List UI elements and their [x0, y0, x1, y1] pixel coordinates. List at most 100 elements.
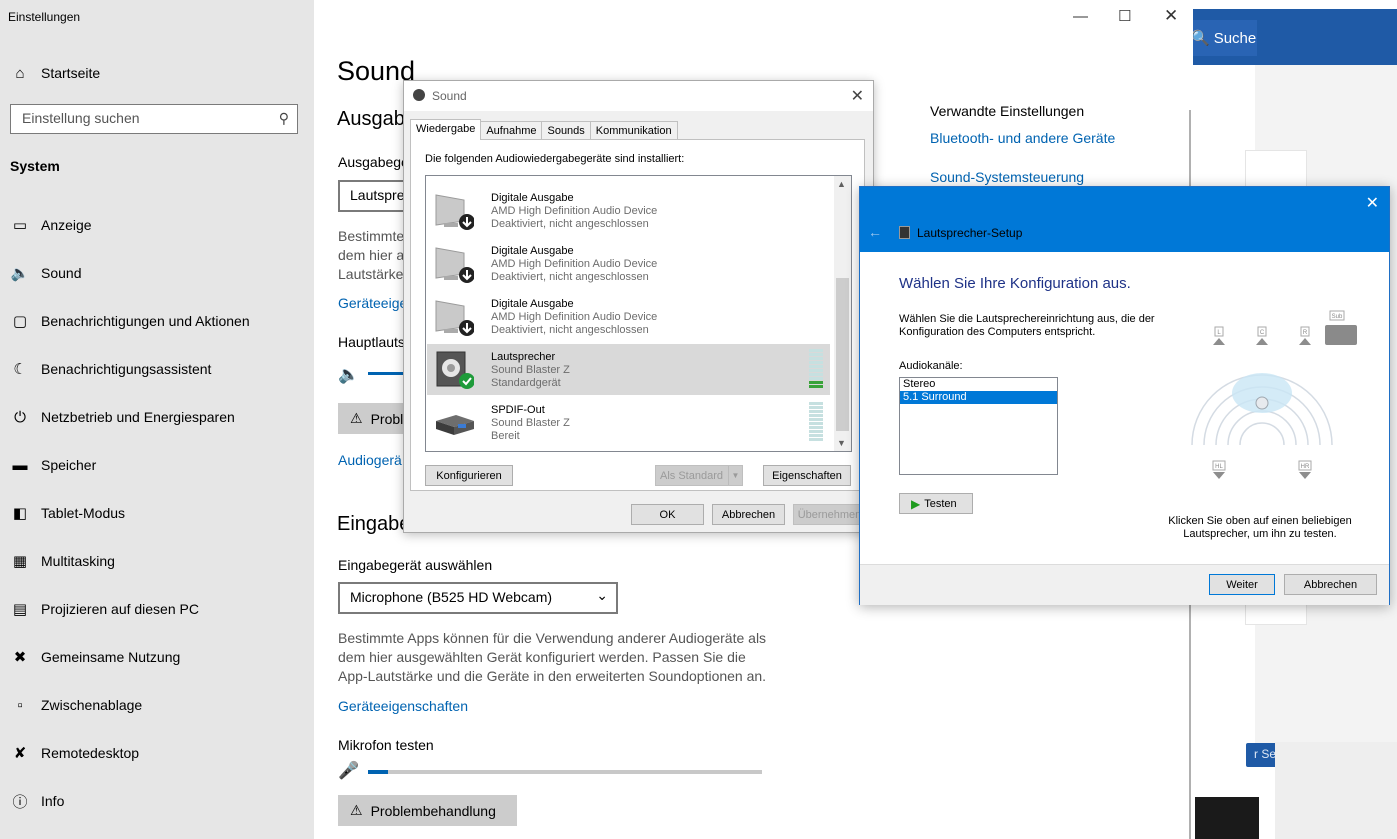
browser-search-button[interactable]: 🔍 Suche: [1185, 20, 1257, 56]
related-link-sound-control[interactable]: Sound-Systemsteuerung: [930, 169, 1084, 185]
close-icon[interactable]: ✕: [851, 86, 864, 106]
device-row[interactable]: Digitale Ausgabe AMD High Definition Audi…: [427, 185, 830, 236]
sidebar-item-zwischenablage[interactable]: ▫ Zwischenablage: [0, 685, 314, 725]
speaker-HL[interactable]: HL: [1212, 460, 1226, 479]
volume-level-meter: [809, 402, 823, 442]
share-icon: ✖: [13, 649, 27, 666]
sidebar-item-gemeinsame-nutzung[interactable]: ✖ Gemeinsame Nutzung: [0, 637, 314, 677]
clipboard-icon: ▫: [17, 696, 23, 714]
related-link-bluetooth[interactable]: Bluetooth- und andere Geräte: [930, 130, 1115, 146]
monitor-device-icon: [435, 247, 474, 283]
close-icon[interactable]: ✕: [1366, 193, 1379, 213]
maximize-icon[interactable]: ☐: [1118, 7, 1131, 25]
speaker-C[interactable]: C: [1256, 326, 1268, 345]
scroll-thumb[interactable]: [836, 278, 849, 431]
device-row[interactable]: Lautsprecher Sound Blaster Z Standardgerät: [427, 344, 830, 395]
device-status: Deaktiviert, nicht angeschlossen: [491, 218, 649, 230]
sidebar-item-benachrichtigungsassistent[interactable]: ☾ Benachrichtigungsassistent: [0, 349, 314, 389]
speaker-HR[interactable]: HR: [1298, 460, 1312, 479]
cancel-button[interactable]: Abbrechen: [712, 504, 785, 525]
properties-button[interactable]: Eigenschaften: [763, 465, 851, 486]
device-driver: AMD High Definition Audio Device: [491, 205, 658, 217]
device-name: Digitale Ausgabe: [491, 298, 574, 310]
sound-dialog-title: Sound: [432, 89, 467, 103]
tab-wiedergabe[interactable]: Wiedergabe: [410, 119, 482, 140]
multitasking-icon: ▦: [12, 553, 28, 570]
sidebar-item-home[interactable]: ⌂ Startseite: [0, 53, 314, 93]
speaker-R[interactable]: R: [1299, 326, 1311, 345]
chevron-down-icon[interactable]: ▼: [728, 466, 742, 485]
channel-option-stereo[interactable]: Stereo: [900, 378, 1057, 391]
device-name: Lautsprecher: [491, 351, 556, 363]
settings-sidebar: Einstellungen ⌂ Startseite Einstellung s…: [0, 0, 314, 839]
tab-kommunikation[interactable]: Kommunikation: [589, 121, 678, 140]
monitor-icon: ▭: [12, 217, 28, 234]
sidebar-item-tablet-modus[interactable]: ◧ Tablet-Modus: [0, 493, 314, 533]
speaker-icon[interactable]: 🔈: [338, 365, 359, 385]
channel-option-surround[interactable]: 5.1 Surround: [900, 391, 1057, 404]
next-button[interactable]: Weiter: [1209, 574, 1275, 595]
audio-devices-link[interactable]: Audiogerä: [338, 452, 402, 468]
output-heading: Ausgab: [337, 108, 405, 130]
audio-channels-list[interactable]: Stereo 5.1 Surround: [899, 377, 1058, 475]
input-properties-link[interactable]: Geräteeigenschaften: [338, 698, 468, 714]
set-default-label: Als Standard: [660, 469, 723, 482]
device-row[interactable]: Digitale Ausgabe AMD High Definition Audi…: [427, 238, 830, 289]
speaker-label: HL: [1215, 464, 1223, 470]
input-device-value: Microphone (B525 HD Webcam): [350, 589, 553, 605]
sidebar-item-anzeige[interactable]: ▭ Anzeige: [0, 205, 314, 245]
apply-button[interactable]: Übernehmen: [793, 504, 866, 525]
sidebar-item-multitasking[interactable]: ▦ Multitasking: [0, 541, 314, 581]
sidebar-item-benachrichtigungen-und-aktionen[interactable]: ▢ Benachrichtigungen und Aktionen: [0, 301, 314, 341]
search-icon: ⚲: [278, 110, 289, 126]
chevron-down-icon: ⌄: [596, 587, 608, 603]
sidebar-item-speicher[interactable]: ▬ Speicher: [0, 445, 314, 485]
browser-image: [1195, 797, 1259, 839]
playback-device-list[interactable]: Digitale Ausgabe AMD High Definition Audi…: [425, 175, 852, 452]
tab-aufnahme[interactable]: Aufnahme: [480, 121, 543, 140]
browser-gray-block: [1275, 742, 1397, 839]
storage-icon: ▬: [12, 456, 28, 474]
sidebar-item-sound[interactable]: 🔈 Sound: [0, 253, 314, 293]
speaker-Sub[interactable]: Sub: [1325, 310, 1357, 345]
test-button[interactable]: ▶ Testen: [899, 493, 973, 514]
sidebar-item-netzbetrieb-und-energiesparen[interactable]: ⏻ Netzbetrieb und Energiesparen: [0, 397, 314, 437]
input-troubleshoot-button[interactable]: ⚠ Problembehandlung: [338, 795, 517, 826]
sidebar-item-label: Speicher: [41, 457, 97, 473]
device-name: SPDIF-Out: [491, 404, 545, 416]
device-row[interactable]: SPDIF-Out Sound Blaster Z Bereit: [427, 397, 830, 448]
close-icon[interactable]: ✕: [1164, 6, 1178, 26]
speaker-setup-icon: [899, 226, 910, 239]
microphone-icon: 🎤: [338, 761, 360, 780]
configure-button[interactable]: Konfigurieren: [425, 465, 513, 486]
speaker-label: R: [1303, 330, 1308, 336]
output-device-value: Lautspre: [350, 187, 405, 203]
scroll-down-icon[interactable]: ▼: [837, 438, 846, 448]
sidebar-item-projizieren-auf-diesen-pc[interactable]: ▤ Projizieren auf diesen PC: [0, 589, 314, 629]
sidebar-item-label: Sound: [41, 265, 82, 281]
input-select-label: Eingabegerät auswählen: [338, 557, 493, 573]
window-title: Einstellungen: [8, 10, 81, 24]
output-troubleshoot-button[interactable]: ⚠ Probl: [338, 403, 404, 434]
setup-cancel-button[interactable]: Abbrechen: [1284, 574, 1377, 595]
project-icon: ▤: [12, 601, 28, 618]
channels-label: Audiokanäle:: [899, 360, 963, 372]
input-description: Bestimmte Apps können für die Verwendung…: [338, 630, 767, 684]
set-default-button[interactable]: Als Standard ▼: [655, 465, 743, 486]
scroll-up-icon[interactable]: ▲: [837, 179, 846, 189]
speaker-L[interactable]: L: [1213, 326, 1225, 345]
device-row[interactable]: Digitale Ausgabe AMD High Definition Audi…: [427, 291, 830, 342]
setup-hint: Klicken Sie oben auf einen beliebigen La…: [1168, 515, 1352, 540]
sidebar-item-info[interactable]: ⓘ Info: [0, 781, 314, 821]
device-list-scrollbar[interactable]: ▲ ▼: [834, 176, 851, 451]
ok-button[interactable]: OK: [631, 504, 704, 525]
minimize-icon[interactable]: —: [1073, 8, 1088, 25]
sound-app-icon: [413, 89, 425, 101]
settings-search-input[interactable]: Einstellung suchen ⚲: [10, 104, 298, 134]
tab-sounds[interactable]: Sounds: [541, 121, 591, 140]
input-device-dropdown[interactable]: Microphone (B525 HD Webcam) ⌄: [338, 582, 618, 614]
output-select-label: Ausgabege: [338, 154, 409, 170]
sidebar-item-remotedesktop[interactable]: ✘ Remotedesktop: [0, 733, 314, 773]
master-volume-slider[interactable]: [368, 372, 404, 375]
back-arrow-icon[interactable]: ←: [868, 224, 882, 240]
